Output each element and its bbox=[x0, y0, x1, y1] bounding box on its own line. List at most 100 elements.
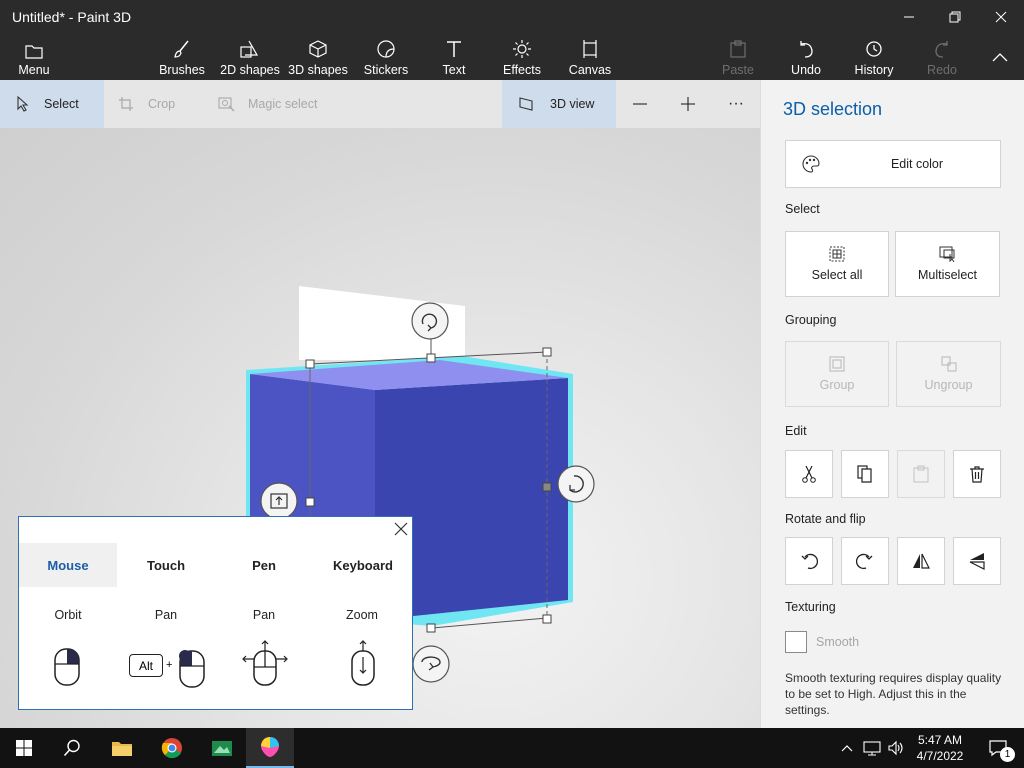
canvas-icon bbox=[583, 40, 597, 58]
action-label-pan-pen: Pan bbox=[252, 608, 276, 622]
mouse-left-click-icon bbox=[179, 650, 205, 688]
tab-keyboard[interactable]: Keyboard bbox=[313, 543, 413, 587]
select-all-label: Select all bbox=[811, 268, 863, 282]
brushes-button[interactable]: Brushes bbox=[158, 33, 206, 80]
flip-horizontal-button[interactable] bbox=[897, 537, 945, 585]
tab-pen[interactable]: Pen bbox=[215, 543, 313, 587]
chrome-icon bbox=[161, 738, 182, 759]
menu-button[interactable]: Menu bbox=[10, 33, 58, 80]
stickers-button[interactable]: Stickers bbox=[362, 33, 410, 80]
photos-app-icon bbox=[212, 741, 232, 756]
select-section-label: Select bbox=[785, 202, 820, 216]
paint3d-icon bbox=[261, 737, 279, 757]
2d-shapes-button[interactable]: 2D shapes bbox=[220, 33, 280, 80]
edit-color-label: Edit color bbox=[890, 157, 944, 171]
rotate-left-button[interactable] bbox=[785, 537, 833, 585]
rotate-x-control[interactable] bbox=[411, 302, 449, 340]
edit-color-button[interactable]: Edit color bbox=[785, 140, 1001, 188]
undo-button[interactable]: Undo bbox=[782, 33, 830, 80]
cut-button[interactable] bbox=[785, 450, 833, 498]
multiselect-icon bbox=[939, 246, 954, 262]
2d-shapes-label: 2D shapes bbox=[220, 63, 280, 77]
app-button[interactable] bbox=[198, 728, 246, 768]
minimize-icon bbox=[904, 16, 914, 17]
multiselect-button[interactable]: Multiselect bbox=[895, 231, 1000, 297]
volume-button[interactable] bbox=[884, 728, 908, 768]
menu-label: Menu bbox=[18, 63, 50, 77]
delete-button[interactable] bbox=[953, 450, 1001, 498]
smooth-checkbox[interactable] bbox=[785, 631, 807, 653]
3d-shapes-button[interactable]: 3D shapes bbox=[288, 33, 348, 80]
stickers-label: Stickers bbox=[363, 63, 409, 77]
3d-shapes-label: 3D shapes bbox=[288, 63, 348, 77]
collapse-ribbon-button[interactable] bbox=[984, 33, 1016, 80]
redo-button[interactable]: Redo bbox=[918, 33, 966, 80]
canvas-button[interactable]: Canvas bbox=[566, 33, 614, 80]
zoom-in-button[interactable] bbox=[676, 80, 700, 128]
selection-handle bbox=[542, 614, 552, 624]
clock-time: 5:47 AM bbox=[917, 733, 963, 747]
start-button[interactable] bbox=[0, 728, 48, 768]
ungroup-icon bbox=[941, 356, 956, 372]
select-tool[interactable]: Select bbox=[0, 80, 104, 128]
rotate-right-button[interactable] bbox=[841, 537, 889, 585]
chrome-button[interactable] bbox=[148, 728, 196, 768]
popup-close-button[interactable] bbox=[394, 522, 410, 538]
mouse-pan-icon bbox=[242, 640, 288, 686]
mouse-scroll-icon bbox=[351, 640, 375, 686]
select-all-icon bbox=[829, 246, 845, 262]
search-icon bbox=[63, 739, 80, 757]
palette-icon bbox=[802, 155, 820, 173]
action-center-button[interactable]: 1 bbox=[978, 728, 1018, 768]
depth-control[interactable] bbox=[260, 482, 298, 520]
magic-select-tool[interactable]: Magic select bbox=[218, 80, 338, 128]
chevron-up-icon bbox=[992, 52, 1008, 61]
text-label: Text bbox=[442, 63, 466, 77]
paste-button[interactable]: Paste bbox=[714, 33, 762, 80]
smooth-label: Smooth bbox=[816, 635, 860, 649]
system-clock[interactable]: 5:47 AM 4/7/2022 bbox=[912, 732, 968, 764]
paste-label: Paste bbox=[722, 63, 754, 77]
network-button[interactable] bbox=[860, 728, 884, 768]
tab-mouse[interactable]: Mouse bbox=[19, 543, 117, 587]
show-hidden-icons-button[interactable] bbox=[836, 728, 858, 768]
paint3d-taskbar-button[interactable] bbox=[246, 728, 294, 768]
file-explorer-button[interactable] bbox=[98, 728, 146, 768]
magic-select-label: Magic select bbox=[248, 97, 318, 111]
text-button[interactable]: Text bbox=[430, 33, 478, 80]
3d-view-toggle[interactable]: 3D view bbox=[502, 80, 616, 128]
history-button[interactable]: History bbox=[850, 33, 898, 80]
ungroup-button[interactable]: Ungroup bbox=[896, 341, 1001, 407]
history-icon bbox=[866, 41, 882, 57]
effects-label: Effects bbox=[503, 63, 541, 77]
edit-section-label: Edit bbox=[785, 424, 807, 438]
close-button[interactable] bbox=[978, 0, 1024, 33]
close-icon bbox=[995, 11, 1007, 22]
group-button[interactable]: Group bbox=[785, 341, 889, 407]
selection-handle bbox=[426, 353, 436, 363]
minus-icon bbox=[633, 103, 647, 105]
effects-button[interactable]: Effects bbox=[498, 33, 546, 80]
select-label: Select bbox=[44, 97, 79, 111]
rotate-z-control[interactable] bbox=[412, 645, 450, 683]
search-button[interactable] bbox=[48, 728, 96, 768]
scissors-icon bbox=[802, 465, 816, 483]
tab-touch[interactable]: Touch bbox=[117, 543, 215, 587]
canvas-label: Canvas bbox=[568, 63, 612, 77]
effects-sun-icon bbox=[513, 40, 531, 58]
history-label: History bbox=[854, 63, 894, 77]
restore-button[interactable] bbox=[932, 0, 978, 33]
zoom-out-button[interactable] bbox=[628, 80, 652, 128]
window-title: Untitled* - Paint 3D bbox=[12, 9, 132, 25]
minimize-button[interactable] bbox=[886, 0, 932, 33]
paste-panel-button[interactable] bbox=[897, 450, 945, 498]
select-all-button[interactable]: Select all bbox=[785, 231, 889, 297]
flip-vertical-button[interactable] bbox=[953, 537, 1001, 585]
volume-icon bbox=[888, 740, 903, 756]
rotate-y-control[interactable] bbox=[557, 465, 595, 503]
more-options-button[interactable]: ··· bbox=[722, 80, 750, 128]
crop-tool[interactable]: Crop bbox=[118, 80, 198, 128]
copy-button[interactable] bbox=[841, 450, 889, 498]
group-label: Group bbox=[819, 378, 855, 392]
taskbar: 5:47 AM 4/7/2022 1 bbox=[0, 728, 1024, 768]
